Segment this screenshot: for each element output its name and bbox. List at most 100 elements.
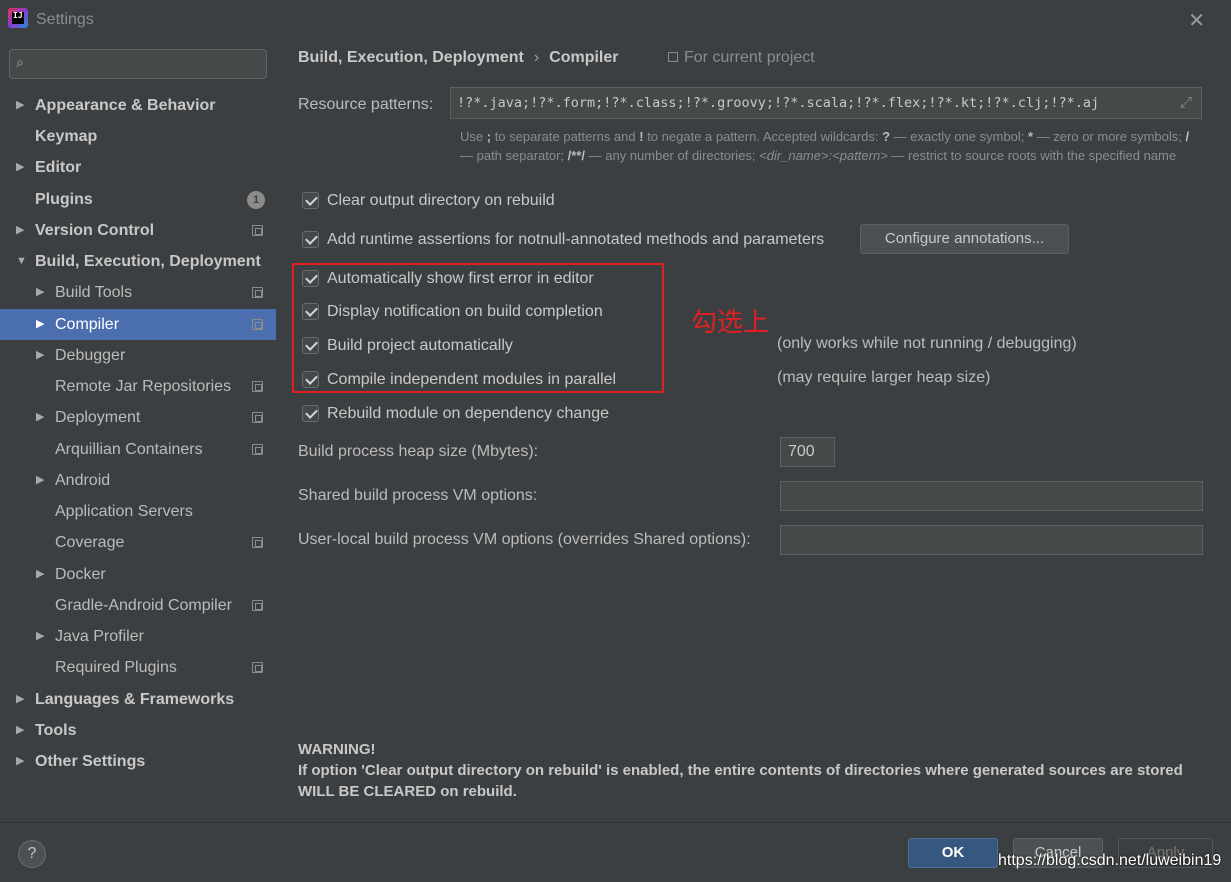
resource-patterns-hint: Use ; to separate patterns and ! to nega… xyxy=(460,129,1190,163)
expand-arrow-icon[interactable]: ▶ xyxy=(36,309,44,340)
sidebar-item-label: Android xyxy=(55,472,111,489)
ok-button[interactable]: OK xyxy=(908,838,998,868)
compile-parallel-label: Compile independent modules in parallel xyxy=(327,371,617,388)
show-first-error-checkbox[interactable] xyxy=(302,270,319,287)
close-icon[interactable]: ✕ xyxy=(1188,8,1205,33)
intellij-app-icon: IJ xyxy=(8,8,28,28)
sidebar-item-label: Docker xyxy=(55,566,106,583)
breadcrumb-parent: Build, Execution, Deployment xyxy=(298,49,524,66)
sidebar-item-required-plugins[interactable]: Required Plugins xyxy=(0,652,276,683)
expand-arrow-icon[interactable]: ▶ xyxy=(36,559,44,590)
project-scope-icon xyxy=(252,381,263,392)
expand-arrow-icon[interactable]: ▶ xyxy=(36,402,44,433)
sidebar-item-label: Remote Jar Repositories xyxy=(55,378,232,395)
dialog-footer: ? OK Cancel Apply https://blog.csdn.net/… xyxy=(0,822,1231,882)
user-vm-options-field[interactable] xyxy=(780,525,1203,555)
settings-search[interactable]: ⌕ xyxy=(9,49,267,79)
collapse-arrow-icon[interactable]: ▼ xyxy=(16,246,27,277)
project-scope-icon xyxy=(668,52,678,62)
sidebar-item-remote-jar-repositories[interactable]: Remote Jar Repositories xyxy=(0,371,276,402)
window-title: Settings xyxy=(36,11,94,28)
expand-field-icon[interactable]: ⤢ xyxy=(1180,94,1192,111)
sidebar-item-label: Editor xyxy=(35,159,82,176)
project-scope-icon xyxy=(252,319,263,330)
heap-size-field[interactable]: 700 xyxy=(780,437,835,467)
warning-message: WARNING! If option 'Clear output directo… xyxy=(298,739,1198,802)
warning-title: WARNING! xyxy=(298,741,376,758)
project-scope-icon xyxy=(252,287,263,298)
expand-arrow-icon[interactable]: ▶ xyxy=(16,746,24,777)
expand-arrow-icon[interactable]: ▶ xyxy=(16,90,24,121)
sidebar-item-tools[interactable]: ▶ Tools xyxy=(0,715,276,746)
expand-arrow-icon[interactable]: ▶ xyxy=(36,465,44,496)
sidebar-item-label: Build Tools xyxy=(55,284,133,301)
compiler-settings-panel: Build, Execution, Deployment › Compiler Fo… xyxy=(276,38,1231,822)
shared-vm-options-label: Shared build process VM options: xyxy=(298,487,538,504)
sidebar-item-compiler[interactable]: ▶ Compiler xyxy=(0,309,276,340)
watermark-text: https://blog.csdn.net/luweibin19 xyxy=(998,852,1222,869)
sidebar-item-label: Plugins xyxy=(35,191,93,208)
build-automatically-note: (only works while not running / debuggin… xyxy=(777,335,1077,352)
sidebar-item-build-tools[interactable]: ▶ Build Tools xyxy=(0,277,276,308)
sidebar-item-application-servers[interactable]: Application Servers xyxy=(0,496,276,527)
expand-arrow-icon[interactable]: ▶ xyxy=(36,340,44,371)
sidebar-item-android[interactable]: ▶ Android xyxy=(0,465,276,496)
sidebar-item-gradle-android-compiler[interactable]: Gradle-Android Compiler xyxy=(0,590,276,621)
expand-arrow-icon[interactable]: ▶ xyxy=(16,715,24,746)
sidebar-item-editor[interactable]: ▶ Editor xyxy=(0,152,276,183)
display-notification-checkbox[interactable] xyxy=(302,303,319,320)
display-notification-label: Display notification on build completion xyxy=(327,303,603,320)
sidebar-item-arquillian-containers[interactable]: Arquillian Containers xyxy=(0,434,276,465)
sidebar-item-languages-frameworks[interactable]: ▶ Languages & Frameworks xyxy=(0,684,276,715)
sidebar-item-label: Keymap xyxy=(35,128,98,145)
runtime-assertions-checkbox[interactable] xyxy=(302,231,319,248)
project-scope-icon xyxy=(252,662,263,673)
expand-arrow-icon[interactable]: ▶ xyxy=(16,152,24,183)
runtime-assertions-label: Add runtime assertions for notnull-annot… xyxy=(327,231,825,248)
annotation-text: 勾选上 xyxy=(691,308,770,338)
sidebar-item-plugins[interactable]: Plugins 1 xyxy=(0,184,276,215)
warning-body: If option 'Clear output directory on reb… xyxy=(298,762,1183,800)
search-input[interactable] xyxy=(40,53,260,75)
sidebar-item-java-profiler[interactable]: ▶ Java Profiler xyxy=(0,621,276,652)
compile-parallel-note: (may require larger heap size) xyxy=(777,369,991,386)
sidebar-item-keymap[interactable]: Keymap xyxy=(0,121,276,152)
sidebar-item-debugger[interactable]: ▶ Debugger xyxy=(0,340,276,371)
sidebar-item-label: Debugger xyxy=(55,347,126,364)
sidebar-item-other-settings[interactable]: ▶ Other Settings xyxy=(0,746,276,777)
clear-output-label: Clear output directory on rebuild xyxy=(327,192,555,209)
user-vm-options-label: User-local build process VM options (ove… xyxy=(298,531,751,548)
search-icon: ⌕ xyxy=(16,54,24,70)
project-scope-icon xyxy=(252,412,263,423)
breadcrumb-current: Compiler xyxy=(549,49,619,66)
project-scope-icon xyxy=(252,600,263,611)
build-automatically-checkbox[interactable] xyxy=(302,337,319,354)
expand-arrow-icon[interactable]: ▶ xyxy=(16,684,24,715)
sidebar-item-deployment[interactable]: ▶ Deployment xyxy=(0,402,276,433)
sidebar-item-label: Compiler xyxy=(55,316,120,333)
clear-output-checkbox[interactable] xyxy=(302,192,319,209)
help-button[interactable]: ? xyxy=(18,840,46,868)
sidebar-item-version-control[interactable]: ▶ Version Control xyxy=(0,215,276,246)
configure-annotations-button[interactable]: Configure annotations... xyxy=(860,224,1069,254)
rebuild-module-checkbox[interactable] xyxy=(302,405,319,422)
scope-label: For current project xyxy=(684,49,815,66)
resource-patterns-field[interactable]: !?*.java;!?*.form;!?*.class;!?*.groovy;!… xyxy=(450,87,1202,119)
scope-indicator: For current project xyxy=(668,49,815,67)
expand-arrow-icon[interactable]: ▶ xyxy=(36,277,44,308)
title-bar: IJ Settings ✕ xyxy=(0,0,1231,38)
sidebar-item-build-execution-deployment[interactable]: ▼ Build, Execution, Deployment xyxy=(0,246,276,277)
sidebar-item-label: Coverage xyxy=(55,534,125,551)
expand-arrow-icon[interactable]: ▶ xyxy=(16,215,24,246)
sidebar-item-label: Version Control xyxy=(35,222,155,239)
sidebar-item-coverage[interactable]: Coverage xyxy=(0,527,276,558)
compile-parallel-checkbox[interactable] xyxy=(302,371,319,388)
sidebar-item-label: Build, Execution, Deployment xyxy=(35,253,261,270)
shared-vm-options-field[interactable] xyxy=(780,481,1203,511)
sidebar-item-docker[interactable]: ▶ Docker xyxy=(0,559,276,590)
resource-patterns-label: Resource patterns: xyxy=(298,96,434,113)
expand-arrow-icon[interactable]: ▶ xyxy=(36,621,44,652)
sidebar-item-appearance-behavior[interactable]: ▶ Appearance & Behavior xyxy=(0,90,276,121)
sidebar-item-label: Deployment xyxy=(55,409,141,426)
sidebar-item-label: Languages & Frameworks xyxy=(35,691,235,708)
